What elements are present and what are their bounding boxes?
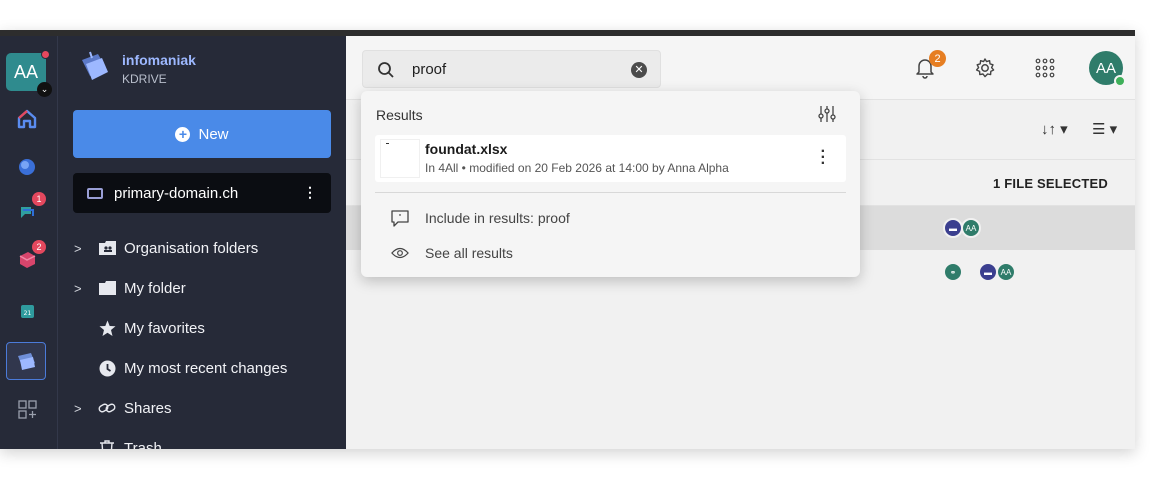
notification-dot (41, 50, 50, 59)
notifications-button[interactable]: 2 (913, 50, 946, 80)
see-all-results-label: See all results (425, 245, 513, 261)
kchat-app-icon[interactable]: 1 (14, 192, 46, 224)
sidebar-item-recent-changes[interactable]: My most recent changes (58, 354, 346, 382)
chevron-right-icon[interactable]: > (74, 401, 82, 416)
chevron-right-icon[interactable]: > (74, 241, 82, 256)
divider (375, 192, 846, 193)
link-icon (98, 399, 116, 417)
sidebar-item-label: My most recent changes (124, 359, 288, 377)
app-rail: AA ⌄ 1 2 21 (0, 36, 58, 449)
new-button[interactable]: + New (73, 110, 331, 158)
brand-product: KDRIVE (122, 72, 167, 86)
add-app-icon[interactable] (14, 396, 40, 422)
chevron-down-icon: ⌄ (37, 82, 52, 97)
drive-selector[interactable]: primary-domain.ch ⋮ (73, 173, 331, 213)
sidebar-item-organisation-folders[interactable]: > Organisation folders (58, 234, 346, 262)
clear-search-icon[interactable]: ✕ (631, 62, 647, 78)
drive-avatar-icon: ▬ (943, 218, 963, 238)
selection-count: 1 FILE SELECTED (993, 176, 1108, 191)
kdrive-logo-icon (78, 48, 112, 84)
apps-grid-icon[interactable] (1033, 56, 1057, 80)
folder-icon (98, 279, 116, 297)
sidebar-item-my-folder[interactable]: > My folder (58, 274, 346, 302)
new-button-label: New (198, 125, 229, 143)
drive-icon (87, 187, 103, 199)
sidebar-item-label: Shares (124, 399, 172, 417)
include-in-results-option[interactable]: " Include in results: proof (391, 207, 791, 229)
user-initials: AA (1095, 59, 1116, 77)
svg-text:21: 21 (24, 310, 32, 317)
see-all-results-option[interactable]: See all results (391, 242, 791, 264)
account-avatar[interactable]: AA ⌄ (6, 50, 52, 97)
sidebar-item-favorites[interactable]: My favorites (58, 314, 346, 342)
clock-icon (98, 359, 116, 377)
search-input[interactable]: proof ✕ (362, 50, 661, 88)
user-avatar-small: AA (996, 262, 1016, 282)
list-view-icon[interactable]: ☰ ▾ (1092, 120, 1117, 138)
sidebar-item-trash[interactable]: Trash (58, 434, 346, 449)
result-file-meta: In 4All • modified on 20 Feb 2026 at 14:… (425, 161, 729, 175)
sidebar-item-shares[interactable]: > Shares (58, 394, 346, 422)
result-file-name: foundat.xlsx (425, 141, 508, 157)
search-results-dropdown: Results foundat.xlsx In 4All • modified … (361, 91, 860, 277)
drive-name: primary-domain.ch (114, 184, 239, 202)
online-status-icon (1114, 75, 1126, 87)
eye-icon (391, 244, 409, 262)
sidebar-item-label: My folder (124, 279, 186, 297)
swisstransfer-app-icon[interactable]: 2 (14, 240, 46, 272)
sidebar-item-label: Organisation folders (124, 239, 259, 257)
star-icon (98, 319, 116, 337)
kchat-badge: 1 (32, 192, 46, 206)
filter-sliders-icon[interactable] (818, 105, 836, 128)
organisation-folder-icon (98, 239, 116, 257)
account-initials: AA (13, 61, 38, 82)
notification-count-badge: 2 (929, 50, 946, 67)
search-result-item[interactable]: foundat.xlsx In 4All • modified on 20 Fe… (375, 135, 846, 182)
more-vertical-icon[interactable]: ⋮ (303, 184, 317, 201)
results-title: Results (376, 107, 423, 123)
quote-bubble-icon: " (391, 209, 409, 227)
brand-name: infomaniak (122, 52, 196, 68)
search-icon (377, 61, 395, 84)
swisstransfer-badge: 2 (32, 240, 46, 254)
calendar-app-icon[interactable]: 21 (14, 298, 40, 324)
user-avatar-small: AA (961, 218, 981, 238)
chevron-right-icon[interactable]: > (74, 281, 82, 296)
sidebar-item-label: Trash (124, 439, 162, 450)
sort-icon[interactable]: ↓↑ ▾ (1041, 120, 1068, 138)
sidebar: infomaniak KDRIVE + New primary-domain.c… (58, 36, 346, 449)
plus-icon: + (175, 126, 191, 142)
window-top-border (0, 30, 1135, 36)
drive-avatar-icon: ▬ (978, 262, 998, 282)
trash-icon (98, 439, 116, 449)
user-avatar[interactable]: AA (1089, 51, 1126, 87)
file-thumbnail (380, 139, 420, 178)
include-in-results-label: Include in results: proof (425, 210, 570, 226)
shared-link-icon: ⚭ (943, 262, 963, 282)
mail-app-icon[interactable] (14, 154, 40, 180)
search-value: proof (412, 61, 447, 78)
sidebar-item-label: My favorites (124, 319, 205, 337)
svg-text:": " (398, 213, 401, 221)
settings-gear-icon[interactable] (973, 56, 997, 80)
kdrive-app-active[interactable] (6, 342, 46, 380)
more-vertical-icon[interactable]: · · · (821, 144, 826, 172)
home-icon[interactable] (14, 106, 40, 132)
